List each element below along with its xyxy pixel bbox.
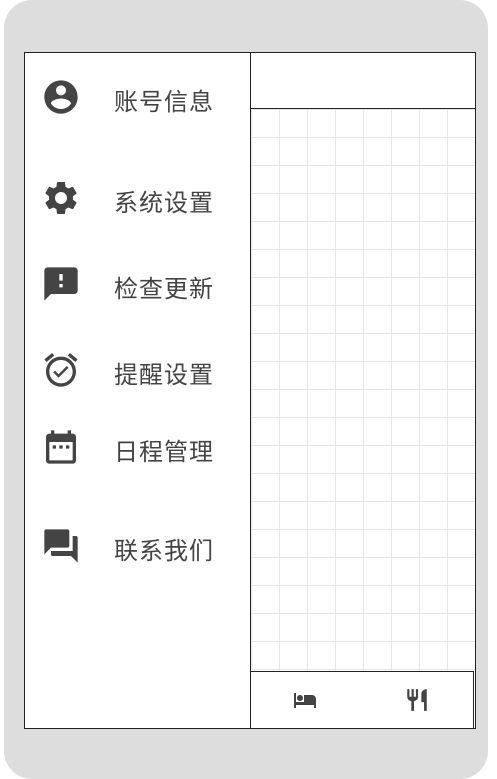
calendar-icon [41, 427, 81, 467]
menu-item-system-settings[interactable]: 系统设置 [25, 170, 250, 226]
gear-icon [41, 178, 81, 218]
menu-item-check-update[interactable]: 检查更新 [25, 256, 250, 312]
menu-item-schedule-management[interactable]: 日程管理 [25, 419, 250, 475]
top-bar [251, 53, 475, 109]
menu-item-label: 检查更新 [114, 275, 214, 303]
app-screen: 账号信息 系统设置 检查更新 提醒设置 日程管理 联系我们 [24, 52, 476, 729]
menu-item-account-info[interactable]: 账号信息 [25, 69, 250, 125]
alarm-check-icon [41, 350, 81, 390]
account-circle-icon [41, 77, 81, 117]
tab-restaurant[interactable] [401, 686, 433, 714]
menu-item-label: 日程管理 [114, 438, 214, 466]
navigation-drawer: 账号信息 系统设置 检查更新 提醒设置 日程管理 联系我们 [25, 53, 251, 728]
bed-icon [294, 693, 316, 708]
device-frame: 账号信息 系统设置 检查更新 提醒设置 日程管理 联系我们 [4, 0, 488, 779]
chat-icon [41, 526, 81, 566]
menu-item-label: 联系我们 [114, 537, 214, 565]
feedback-alert-icon [41, 264, 81, 304]
bottom-navigation [251, 671, 474, 728]
menu-item-label: 系统设置 [114, 189, 214, 217]
restaurant-icon [407, 689, 427, 711]
menu-item-label: 账号信息 [114, 88, 214, 116]
menu-item-label: 提醒设置 [114, 361, 214, 389]
tab-bed[interactable] [289, 686, 321, 714]
menu-item-reminder-settings[interactable]: 提醒设置 [25, 342, 250, 398]
grid-background [251, 109, 475, 671]
menu-item-contact-us[interactable]: 联系我们 [25, 518, 250, 574]
